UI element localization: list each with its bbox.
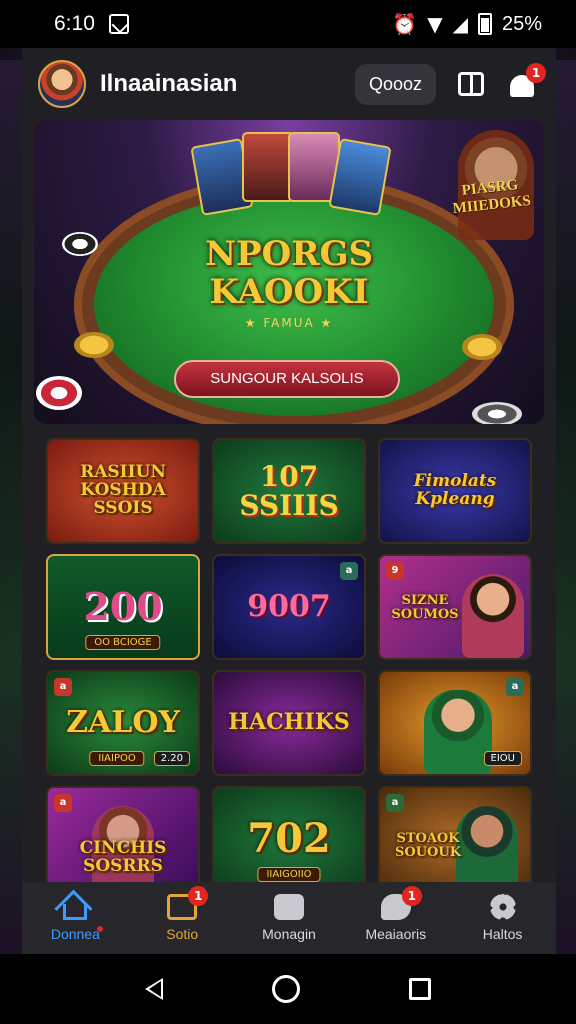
game-tile[interactable]: HACHIKS bbox=[212, 670, 366, 776]
screenshot-icon bbox=[108, 14, 129, 34]
game-title: ZALOY bbox=[66, 705, 180, 741]
back-icon[interactable] bbox=[144, 978, 163, 1000]
nav-item-label: Haltos bbox=[482, 926, 523, 942]
game-title: 107 SSIIIS bbox=[239, 459, 339, 522]
alarm-icon: ⏰ bbox=[392, 12, 418, 36]
game-corner-badge: 9 bbox=[386, 562, 404, 580]
phone-screen: 6:10 ⏰ ▼ ◢ 25% Ilnaainasian Qoooz 1 PIAS… bbox=[0, 0, 576, 1024]
nav-badge: 1 bbox=[188, 886, 209, 906]
game-title: 702 bbox=[247, 815, 331, 862]
brand-title: Ilnaainasian bbox=[100, 70, 238, 97]
background-left-glow bbox=[0, 60, 22, 964]
battery-icon bbox=[477, 13, 492, 35]
wifi-icon: ▼ bbox=[427, 12, 443, 36]
avatar[interactable] bbox=[38, 60, 86, 108]
status-time: 6:10 bbox=[54, 12, 95, 35]
hero-banner[interactable]: PIASRG MIIEDOKS NPORGS KAOOKI ★ FAMUA ★ … bbox=[34, 120, 544, 424]
game-title: 200 bbox=[83, 584, 163, 630]
home-icon bbox=[63, 904, 88, 920]
game-title: CINCHIS SOSRRS bbox=[79, 838, 167, 876]
game-value: 2.20 bbox=[153, 751, 190, 766]
game-corner-badge: a bbox=[54, 678, 72, 696]
nav-item-label: Monagin bbox=[262, 926, 316, 942]
bag-icon bbox=[273, 894, 304, 920]
nav-item-label: Meaiaoris bbox=[365, 926, 427, 942]
book-icon[interactable] bbox=[458, 72, 484, 96]
hero-title-line2: KAOOKI bbox=[209, 272, 369, 312]
game-tile[interactable]: 107 SSIIIS bbox=[212, 438, 366, 544]
bottom-nav: Donnea Sotio 1 Monagin Meaiaoris 1 Halto… bbox=[22, 882, 556, 954]
player-card bbox=[328, 138, 392, 216]
home-alert-dot bbox=[97, 926, 104, 932]
game-character bbox=[424, 690, 492, 774]
game-corner-badge: a bbox=[386, 794, 404, 812]
poker-chip bbox=[462, 334, 502, 360]
nav-badge: 1 bbox=[401, 886, 422, 906]
gear-icon bbox=[489, 894, 516, 920]
game-tile[interactable]: a CINCHIS SOSRRS bbox=[46, 786, 200, 892]
game-title: STOAOK SOUOUK bbox=[394, 831, 461, 860]
game-tile[interactable]: a STOAOK SOUOUK bbox=[378, 786, 532, 892]
game-tile[interactable]: RASIIUN KOSHDA SSOIS bbox=[46, 438, 200, 544]
nav-item-settings[interactable]: Haltos bbox=[449, 882, 556, 954]
hero-cta-button[interactable]: SUNGOUR KALSOLIS bbox=[174, 360, 400, 398]
game-corner-badge: a bbox=[54, 794, 72, 812]
game-title: SIZNE SOUMOS bbox=[391, 593, 459, 622]
game-tile[interactable]: a EIOU bbox=[378, 670, 532, 776]
nav-item-label: Sotio bbox=[166, 926, 199, 942]
nav-item-label: Donnea bbox=[50, 926, 100, 942]
header-actions: Qoooz 1 bbox=[354, 63, 546, 105]
game-tile[interactable]: 702 IIAIGOIIO bbox=[212, 786, 366, 892]
player-cards bbox=[190, 132, 392, 216]
game-title: Fimolats Kpleang bbox=[413, 471, 497, 509]
poker-chip bbox=[62, 232, 98, 256]
battery-percent: 25% bbox=[501, 12, 542, 35]
hero-title-line1: NPORGS bbox=[204, 234, 374, 274]
game-title: RASIIUN KOSHDA SSOIS bbox=[80, 462, 166, 518]
nav-item-promo[interactable]: Sotio 1 bbox=[129, 882, 236, 954]
hero-tagline: ★ FAMUA ★ bbox=[244, 316, 334, 330]
player-card bbox=[242, 132, 294, 202]
nav-item-manage[interactable]: Monagin bbox=[236, 882, 343, 954]
poker-chip bbox=[74, 332, 114, 358]
game-plate: IIAIGOIIO bbox=[257, 867, 321, 882]
game-tile[interactable]: a 9007 bbox=[212, 554, 366, 660]
game-plate: IIAIPOO bbox=[89, 751, 145, 766]
app-window: Ilnaainasian Qoooz 1 PIASRG MIIEDOKS NPO… bbox=[22, 48, 556, 954]
game-title: 9007 bbox=[247, 589, 331, 625]
game-grid: RASIIUN KOSHDA SSOIS 107 SSIIIS Fimolats… bbox=[46, 438, 532, 892]
status-icons: ⏰ ▼ ◢ 25% bbox=[392, 13, 542, 36]
game-character bbox=[462, 574, 524, 658]
app-header: Ilnaainasian Qoooz 1 bbox=[22, 48, 556, 120]
game-corner-badge: a bbox=[506, 678, 524, 696]
game-title: HACHIKS bbox=[228, 709, 350, 736]
signal-icon: ◢ bbox=[452, 12, 468, 36]
game-tile[interactable]: 9 SIZNE SOUMOS bbox=[378, 554, 532, 660]
game-tile[interactable]: 200 OO BCIOGE bbox=[46, 554, 200, 660]
nav-item-home[interactable]: Donnea bbox=[22, 882, 129, 954]
game-corner-badge: a bbox=[340, 562, 358, 580]
game-plate: OO BCIOGE bbox=[85, 635, 161, 650]
notification-badge: 1 bbox=[526, 63, 546, 83]
background-right-glow bbox=[554, 60, 576, 964]
game-tile[interactable]: Fimolats Kpleang bbox=[378, 438, 532, 544]
search-button[interactable]: Qoooz bbox=[354, 63, 436, 105]
poker-chip bbox=[36, 376, 82, 410]
recent-apps-icon[interactable] bbox=[409, 978, 432, 1000]
game-value: EIOU bbox=[483, 751, 522, 766]
system-home-icon[interactable] bbox=[271, 975, 300, 1003]
notifications-button[interactable]: 1 bbox=[506, 63, 546, 101]
poker-chip bbox=[472, 402, 522, 424]
system-nav-bar bbox=[0, 954, 576, 1024]
nav-item-messages[interactable]: Meaiaoris 1 bbox=[342, 882, 449, 954]
game-tile[interactable]: a ZALOY IIAIPOO 2.20 bbox=[46, 670, 200, 776]
status-bar: 6:10 ⏰ ▼ ◢ 25% bbox=[0, 0, 576, 48]
